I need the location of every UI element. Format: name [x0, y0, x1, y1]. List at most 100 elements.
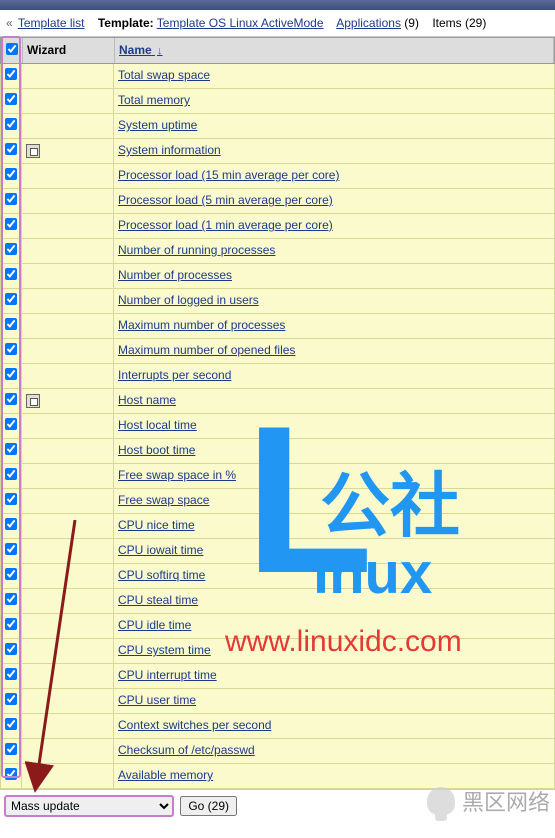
item-link[interactable]: Interrupts per second — [118, 368, 231, 382]
row-checkbox[interactable] — [5, 468, 17, 480]
row-checkbox[interactable] — [5, 218, 17, 230]
row-check-cell — [0, 264, 22, 288]
item-link[interactable]: Free swap space in % — [118, 468, 236, 482]
row-name-cell: Number of processes — [114, 264, 555, 288]
row-wizard-cell — [22, 314, 114, 338]
item-link[interactable]: Free swap space — [118, 493, 209, 507]
table-body: Total swap space Total memory System uptim… — [0, 64, 555, 789]
item-link[interactable]: CPU system time — [118, 643, 211, 657]
row-checkbox[interactable] — [5, 93, 17, 105]
row-check-cell — [0, 439, 22, 463]
row-checkbox[interactable] — [5, 193, 17, 205]
row-checkbox[interactable] — [5, 743, 17, 755]
template-name-link[interactable]: Template OS Linux ActiveMode — [157, 16, 324, 30]
row-checkbox[interactable] — [5, 293, 17, 305]
item-link[interactable]: Available memory — [118, 768, 213, 782]
item-link[interactable]: Total memory — [118, 93, 190, 107]
row-checkbox[interactable] — [5, 168, 17, 180]
row-name-cell: Host local time — [114, 414, 555, 438]
row-checkbox[interactable] — [5, 568, 17, 580]
row-wizard-cell — [22, 489, 114, 513]
item-link[interactable]: Number of logged in users — [118, 293, 259, 307]
row-check-cell — [0, 389, 22, 413]
row-wizard-cell — [22, 689, 114, 713]
row-name-cell: System uptime — [114, 114, 555, 138]
select-all-checkbox[interactable] — [6, 43, 18, 55]
row-checkbox[interactable] — [5, 768, 17, 780]
breadcrumb: « Template list Template: Template OS Li… — [0, 10, 555, 37]
row-checkbox[interactable] — [5, 343, 17, 355]
item-link[interactable]: CPU nice time — [118, 518, 195, 532]
item-link[interactable]: CPU steal time — [118, 593, 198, 607]
item-link[interactable]: Number of processes — [118, 268, 232, 282]
row-check-cell — [0, 689, 22, 713]
row-check-cell — [0, 564, 22, 588]
item-link[interactable]: CPU interrupt time — [118, 668, 217, 682]
row-checkbox[interactable] — [5, 318, 17, 330]
mass-action-select[interactable]: Mass update — [4, 795, 174, 817]
row-name-cell: Context switches per second — [114, 714, 555, 738]
wizard-icon[interactable] — [26, 144, 40, 158]
table-row: Total swap space — [0, 64, 555, 89]
row-wizard-cell — [22, 114, 114, 138]
wizard-icon[interactable] — [26, 394, 40, 408]
row-checkbox[interactable] — [5, 68, 17, 80]
item-link[interactable]: Checksum of /etc/passwd — [118, 743, 255, 757]
item-link[interactable]: CPU user time — [118, 693, 196, 707]
item-link[interactable]: Processor load (1 min average per core) — [118, 218, 333, 232]
row-checkbox[interactable] — [5, 393, 17, 405]
applications-link[interactable]: Applications — [336, 16, 401, 30]
row-wizard-cell — [22, 739, 114, 763]
row-checkbox[interactable] — [5, 718, 17, 730]
row-checkbox[interactable] — [5, 118, 17, 130]
row-checkbox[interactable] — [5, 368, 17, 380]
row-check-cell — [0, 364, 22, 388]
row-wizard-cell — [22, 414, 114, 438]
row-checkbox[interactable] — [5, 543, 17, 555]
row-wizard-cell — [22, 139, 114, 163]
item-link[interactable]: Total swap space — [118, 68, 210, 82]
item-link[interactable]: CPU iowait time — [118, 543, 203, 557]
item-link[interactable]: CPU softirq time — [118, 568, 205, 582]
item-link[interactable]: Host name — [118, 393, 176, 407]
item-link[interactable]: Maximum number of opened files — [118, 343, 295, 357]
item-link[interactable]: Number of running processes — [118, 243, 275, 257]
back-symbol: « — [6, 16, 13, 30]
header-select-all — [1, 38, 23, 63]
header-name-label: Name — [119, 43, 152, 57]
item-link[interactable]: System information — [118, 143, 221, 157]
row-checkbox[interactable] — [5, 593, 17, 605]
item-link[interactable]: Processor load (15 min average per core) — [118, 168, 339, 182]
row-checkbox[interactable] — [5, 243, 17, 255]
row-name-cell: CPU softirq time — [114, 564, 555, 588]
template-label: Template: — [98, 16, 154, 30]
sort-by-name-link[interactable]: Name ↓ — [119, 43, 163, 57]
table-row: Processor load (5 min average per core) — [0, 189, 555, 214]
row-wizard-cell — [22, 714, 114, 738]
row-checkbox[interactable] — [5, 443, 17, 455]
row-checkbox[interactable] — [5, 418, 17, 430]
table-row: Available memory — [0, 764, 555, 789]
go-button[interactable]: Go (29) — [180, 796, 237, 816]
row-checkbox[interactable] — [5, 268, 17, 280]
row-name-cell: Maximum number of processes — [114, 314, 555, 338]
row-checkbox[interactable] — [5, 493, 17, 505]
row-check-cell — [0, 739, 22, 763]
item-link[interactable]: Maximum number of processes — [118, 318, 285, 332]
table-row: CPU idle time — [0, 614, 555, 639]
row-checkbox[interactable] — [5, 643, 17, 655]
row-name-cell: Maximum number of opened files — [114, 339, 555, 363]
row-checkbox[interactable] — [5, 668, 17, 680]
row-wizard-cell — [22, 264, 114, 288]
template-list-link[interactable]: Template list — [18, 16, 85, 30]
row-checkbox[interactable] — [5, 143, 17, 155]
item-link[interactable]: Context switches per second — [118, 718, 271, 732]
item-link[interactable]: Host local time — [118, 418, 197, 432]
item-link[interactable]: Host boot time — [118, 443, 195, 457]
row-checkbox[interactable] — [5, 518, 17, 530]
row-checkbox[interactable] — [5, 693, 17, 705]
item-link[interactable]: CPU idle time — [118, 618, 191, 632]
item-link[interactable]: Processor load (5 min average per core) — [118, 193, 333, 207]
row-checkbox[interactable] — [5, 618, 17, 630]
item-link[interactable]: System uptime — [118, 118, 197, 132]
